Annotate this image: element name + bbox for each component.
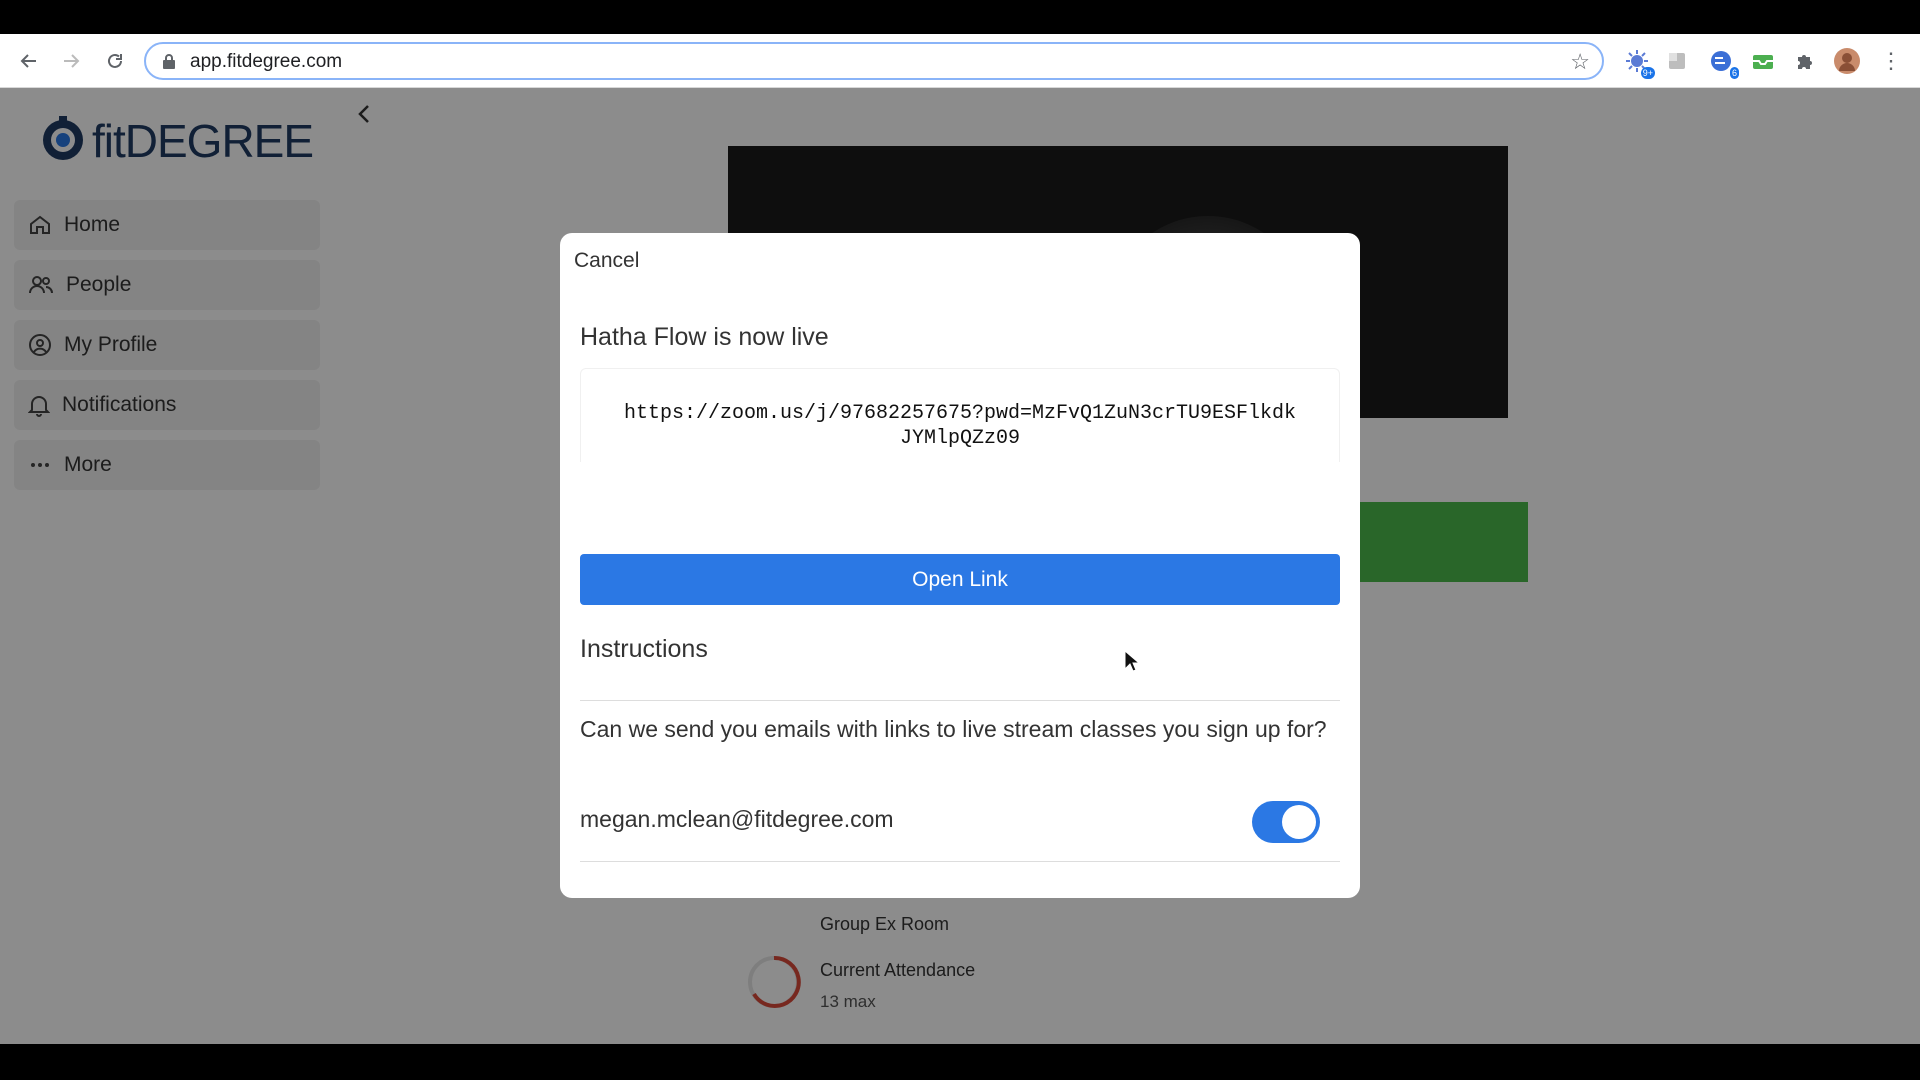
zoom-link-text: https://zoom.us/j/97682257675?pwd=MzFvQ1… <box>580 368 1340 462</box>
extension-badge: 6 <box>1729 67 1739 79</box>
modal-title: Hatha Flow is now live <box>580 323 829 351</box>
bookmark-star-icon[interactable]: ☆ <box>1570 49 1590 75</box>
browser-toolbar: app.fitdegree.com ☆ 9+ 6 ⋮ <box>0 34 1920 88</box>
lock-icon <box>162 53 176 74</box>
divider <box>580 861 1340 862</box>
open-link-button[interactable]: Open Link <box>580 554 1340 605</box>
extensions-puzzle-icon[interactable] <box>1790 46 1820 76</box>
mouse-cursor-icon <box>1124 650 1140 672</box>
extension-globe-icon[interactable]: 6 <box>1706 46 1739 79</box>
extension-sun-icon[interactable]: 9+ <box>1622 46 1655 79</box>
extension-inbox-icon[interactable] <box>1748 46 1778 76</box>
email-links-toggle[interactable] <box>1252 801 1320 843</box>
url-text: app.fitdegree.com <box>190 51 343 72</box>
instructions-heading: Instructions <box>580 635 708 663</box>
address-bar[interactable]: app.fitdegree.com ☆ <box>144 42 1604 80</box>
live-class-modal: Cancel Hatha Flow is now live https://zo… <box>560 233 1360 898</box>
extension-flag-icon[interactable] <box>1662 46 1692 76</box>
extension-badge: 9+ <box>1640 67 1655 79</box>
back-icon[interactable] <box>14 46 44 76</box>
forward-icon[interactable] <box>56 46 86 76</box>
reload-icon[interactable] <box>100 46 130 76</box>
user-email: megan.mclean@fitdegree.com <box>580 806 894 832</box>
toggle-knob <box>1282 805 1316 839</box>
divider <box>580 700 1340 701</box>
browser-menu-icon[interactable]: ⋮ <box>1876 46 1906 76</box>
email-consent-question: Can we send you emails with links to liv… <box>580 716 1327 742</box>
profile-avatar[interactable] <box>1832 46 1862 76</box>
app-page: fitDEGREE Home People My Profile Notific… <box>0 88 1920 1044</box>
screen: app.fitdegree.com ☆ 9+ 6 ⋮ fitDEGREE Hom… <box>0 0 1920 1080</box>
cancel-button[interactable]: Cancel <box>574 249 639 273</box>
